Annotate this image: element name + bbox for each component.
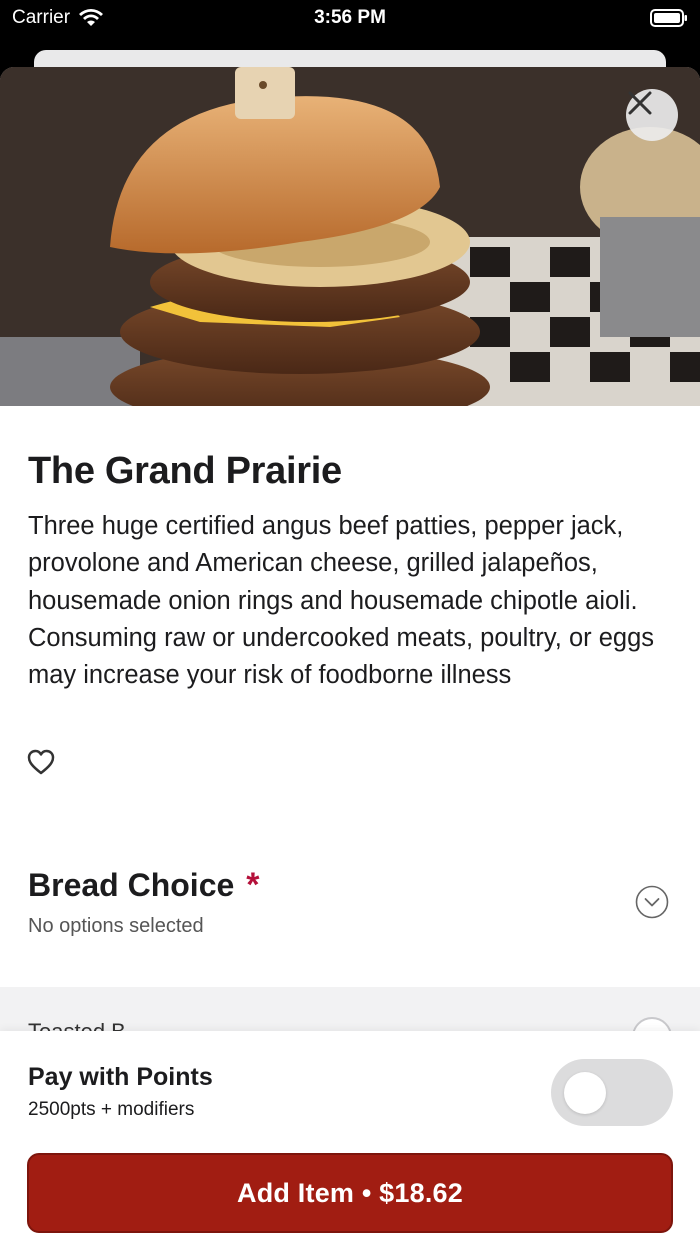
toggle-knob: [564, 1072, 606, 1114]
add-item-button[interactable]: Add Item • $18.62: [27, 1153, 673, 1233]
bottom-panel: Pay with Points 2500pts + modifiers Add …: [0, 1031, 700, 1244]
battery-icon: [650, 9, 687, 27]
item-hero-image: [0, 67, 700, 406]
pay-with-points-toggle[interactable]: [551, 1059, 673, 1126]
status-time: 3:56 PM: [314, 7, 386, 28]
burger-photo: [0, 67, 700, 406]
pay-with-points-title: Pay with Points: [28, 1063, 213, 1091]
section-subtitle: No options selected: [28, 915, 204, 937]
section-title-label: Bread Choice: [28, 867, 235, 903]
required-marker: *: [246, 866, 260, 904]
item-description: Three huge certified angus beef patties,…: [28, 512, 655, 690]
chevron-down-circle-icon[interactable]: [635, 885, 669, 919]
heart-outline-icon[interactable]: [26, 748, 56, 776]
section-title-bread-choice: Bread Choice *: [28, 866, 260, 905]
item-title: The Grand Prairie: [28, 450, 342, 492]
status-bar: Carrier 3:56 PM: [0, 0, 700, 36]
close-icon: [628, 91, 652, 115]
close-button[interactable]: [626, 89, 678, 141]
pay-with-points-subtitle: 2500pts + modifiers: [28, 1099, 195, 1120]
